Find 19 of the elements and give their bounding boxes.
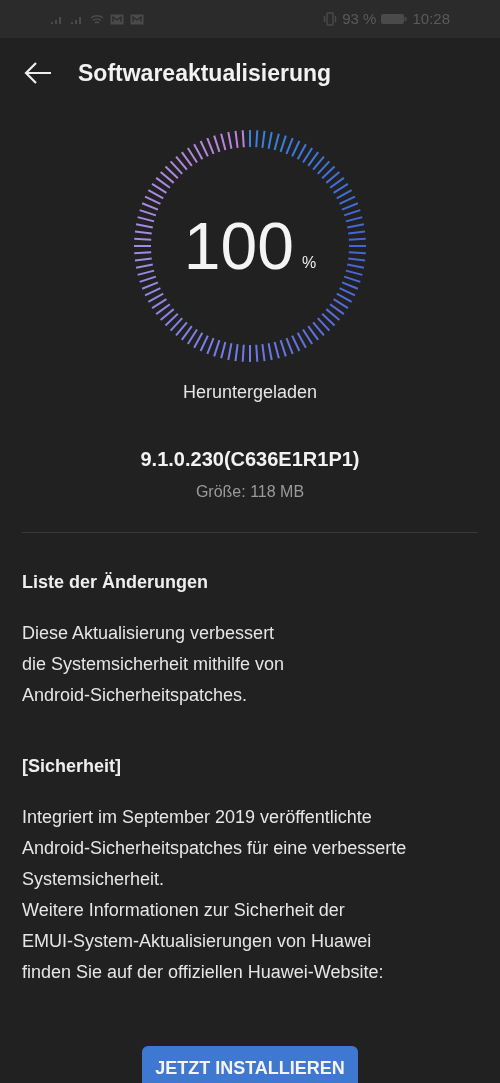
section-heading: Liste der Änderungen xyxy=(22,571,210,594)
mail-icon xyxy=(110,13,124,25)
signal-icon xyxy=(50,14,64,24)
package-size: Größe: 118 MB xyxy=(194,482,306,502)
changelog-text: Diese Aktualisierung verbessert die Systemsicherheit mithilfe von Android-Sicherheitspatches. xyxy=(22,622,286,707)
vibrate-icon xyxy=(323,12,338,26)
percent-sign: % xyxy=(301,253,317,273)
mail-icon xyxy=(130,13,144,25)
download-status: Heruntergeladen xyxy=(181,381,319,404)
signal-icon xyxy=(70,14,84,24)
page-title: Softwareaktualisierung xyxy=(78,58,332,88)
wifi-icon xyxy=(90,13,104,25)
battery-icon xyxy=(381,13,408,25)
version-number: 9.1.0.230(C636E1R1P1) xyxy=(139,447,361,472)
install-button[interactable]: JETZT INSTALLIEREN xyxy=(142,1046,358,1083)
changelog-text: Integriert im September 2019 veröffentlichte Android-Sicherheitspatches für eine verbesserte Systemsicherheit. Weitere Informationen zur Sicherheit der EMUI-System-Aktualisierungen von Huawei finden Sie auf der offiziellen Huawei-Website: xyxy=(22,806,408,984)
progress-percentage: 100 xyxy=(183,213,294,279)
section-heading: [Sicherheit] xyxy=(22,755,123,778)
back-arrow-icon[interactable] xyxy=(24,61,52,85)
